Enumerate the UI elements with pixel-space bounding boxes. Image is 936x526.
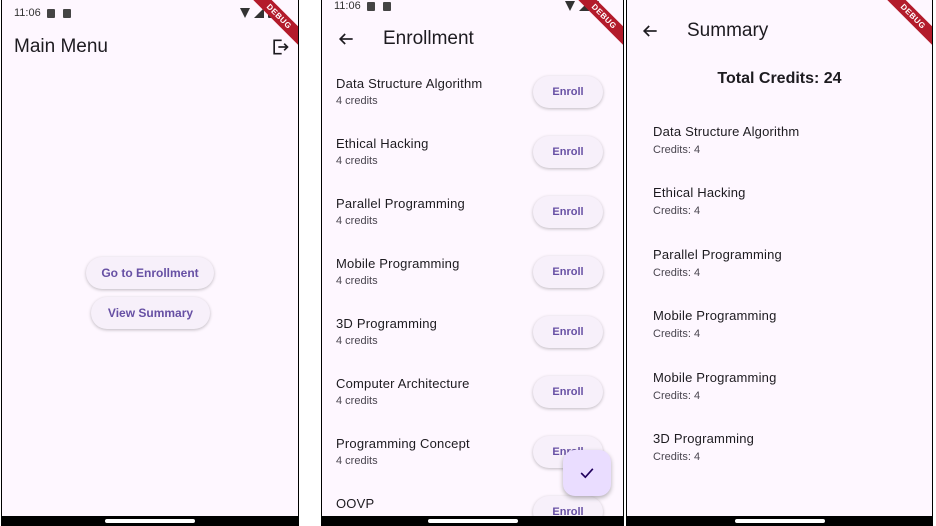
status-time: 11:06	[14, 7, 41, 19]
course-item: OOVP	[336, 496, 374, 511]
summary-item: Parallel Programming Credits: 4	[653, 247, 782, 279]
course-item: Parallel Programming 4 credits	[336, 196, 465, 227]
enroll-button[interactable]: Enroll	[533, 316, 603, 348]
debug-banner: DEBUG	[886, 0, 932, 46]
course-credits: 4 credits	[336, 155, 378, 167]
go-to-enrollment-button[interactable]: Go to Enrollment	[86, 257, 214, 289]
course-name: Computer Architecture	[336, 376, 470, 391]
home-handle[interactable]	[427, 519, 518, 523]
course-credits: 4 credits	[336, 95, 378, 107]
course-name: Data Structure Algorithm	[336, 76, 483, 91]
course-name: Ethical Hacking	[653, 185, 746, 200]
wifi-icon	[240, 8, 250, 18]
course-name: Mobile Programming	[653, 308, 777, 323]
course-name: OOVP	[336, 496, 375, 511]
enroll-button[interactable]: Enroll	[533, 136, 603, 168]
confirm-fab[interactable]	[563, 450, 611, 496]
course-name: Parallel Programming	[336, 196, 465, 211]
course-credits: 4 credits	[336, 335, 378, 347]
nav-bar	[2, 516, 298, 526]
course-name: Parallel Programming	[653, 247, 782, 262]
course-credits: Credits: 4	[653, 144, 701, 156]
total-credits: Total Credits: 24	[717, 70, 842, 87]
course-name: Mobile Programming	[336, 256, 460, 271]
course-name: Mobile Programming	[653, 370, 777, 385]
wifi-icon	[565, 1, 575, 11]
course-credits: Credits: 4	[653, 390, 701, 402]
notification-icon	[46, 8, 55, 18]
enroll-button[interactable]: Enroll	[533, 196, 603, 228]
summary-item: Ethical Hacking Credits: 4	[653, 185, 746, 217]
course-item: Programming Concept 4 credits	[336, 436, 470, 467]
nav-bar	[627, 516, 932, 526]
summary-item: Mobile Programming Credits: 4	[653, 370, 777, 402]
course-item: Computer Architecture 4 credits	[336, 376, 470, 407]
course-name: Data Structure Algorithm	[653, 124, 800, 139]
home-handle[interactable]	[105, 519, 195, 523]
logout-icon[interactable]	[268, 35, 292, 59]
notification-icon	[366, 1, 375, 11]
view-summary-button[interactable]: View Summary	[91, 297, 210, 329]
course-credits: 4 credits	[336, 275, 378, 287]
course-name: 3D Programming	[653, 431, 755, 446]
summary-screen: DEBUG Summary Total Credits: 24 Data Str…	[626, 0, 933, 526]
nav-bar	[322, 516, 623, 526]
course-credits: Credits: 4	[653, 328, 701, 340]
course-name: 3D Programming	[336, 316, 438, 331]
enroll-button[interactable]: Enroll	[533, 376, 603, 408]
home-handle[interactable]	[734, 519, 825, 523]
course-credits: Credits: 4	[653, 267, 701, 279]
course-item: Data Structure Algorithm 4 credits	[336, 76, 482, 107]
summary-item: Data Structure Algorithm Credits: 4	[653, 124, 799, 156]
page-title: Main Menu	[14, 36, 108, 57]
course-credits: 4 credits	[336, 455, 378, 467]
sd-card-icon	[62, 8, 71, 18]
enroll-button[interactable]: Enroll	[533, 256, 603, 288]
summary-item: 3D Programming Credits: 4	[653, 431, 754, 463]
course-credits: 4 credits	[336, 395, 378, 407]
main-menu-screen: 11:06 DEBUG Main Menu Go to Enrollment V…	[1, 0, 299, 526]
status-time: 11:06	[334, 0, 361, 12]
page-title: Summary	[687, 20, 769, 41]
course-credits: 4 credits	[336, 215, 378, 227]
course-item: Mobile Programming 4 credits	[336, 256, 460, 287]
course-item: 3D Programming 4 credits	[336, 316, 437, 347]
course-name: Ethical Hacking	[336, 136, 429, 151]
back-arrow-icon[interactable]	[334, 27, 358, 51]
summary-item: Mobile Programming Credits: 4	[653, 308, 777, 340]
enrollment-screen: 11:06 DEBUG Enrollment Data Structure Al…	[321, 0, 624, 526]
page-title: Enrollment	[383, 28, 474, 49]
back-arrow-icon[interactable]	[638, 19, 662, 43]
check-icon	[580, 468, 594, 479]
course-credits: Credits: 4	[653, 451, 701, 463]
course-item: Ethical Hacking 4 credits	[336, 136, 429, 167]
sd-card-icon	[382, 1, 391, 11]
course-credits: Credits: 4	[653, 205, 701, 217]
course-name: Programming Concept	[336, 436, 470, 451]
enroll-button[interactable]: Enroll	[533, 76, 603, 108]
debug-banner: DEBUG	[577, 0, 623, 46]
